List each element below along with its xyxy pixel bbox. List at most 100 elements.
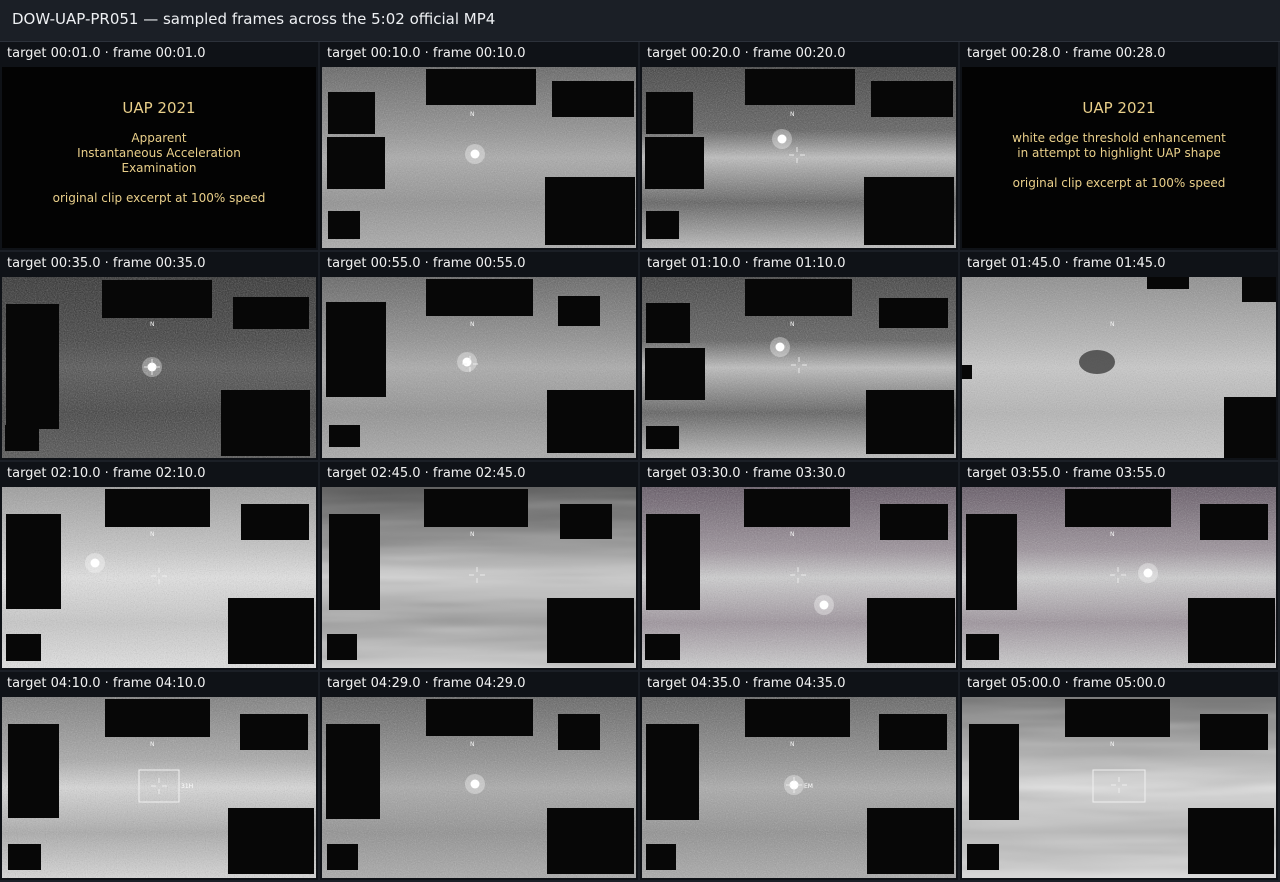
title-card-frame: UAP 2021 Apparent Instantaneous Accelerati…	[2, 67, 316, 248]
redaction-block	[326, 724, 380, 819]
north-marker: N	[470, 111, 475, 118]
frame-cell: target 04:10.0 · frame 04:10.0 N 31H	[0, 672, 318, 880]
redaction-block	[558, 714, 600, 750]
ir-frame-svg: N 31H	[2, 697, 316, 878]
redaction-block	[426, 279, 533, 316]
redaction-block	[744, 489, 850, 527]
redaction-block	[105, 489, 210, 527]
frame-cell: target 03:30.0 · frame 03:30.0 N	[640, 462, 958, 670]
north-marker: N	[790, 321, 795, 328]
ir-frame-image: N	[642, 277, 956, 458]
frame-caption: target 00:55.0 · frame 00:55.0	[320, 252, 638, 276]
redaction-block	[745, 69, 855, 105]
ir-frame-svg: N	[642, 67, 956, 248]
redaction-block	[560, 504, 612, 539]
redaction-block	[328, 211, 360, 239]
redaction-block	[547, 390, 634, 453]
redaction-block	[1200, 714, 1268, 750]
redaction-block	[646, 724, 699, 820]
frame-caption: target 04:35.0 · frame 04:35.0	[640, 672, 958, 696]
redaction-block	[745, 279, 852, 316]
frame-grid: target 00:01.0 · frame 00:01.0 UAP 2021 Ap…	[0, 42, 1280, 882]
north-marker: N	[1110, 531, 1115, 538]
north-marker: N	[470, 741, 475, 748]
ir-frame-image: N	[962, 277, 1276, 458]
title-card-line: white edge threshold enhancement	[1012, 131, 1226, 145]
frame-cell: target 00:55.0 · frame 00:55.0 N	[320, 252, 638, 460]
north-marker: N	[150, 321, 155, 328]
redaction-block	[646, 211, 679, 239]
redaction-block	[327, 844, 358, 870]
ir-frame-svg: N	[322, 697, 636, 878]
frame-cell: target 04:35.0 · frame 04:35.0 N EM	[640, 672, 958, 880]
redaction-block	[645, 137, 704, 189]
redaction-block	[6, 514, 61, 609]
redaction-block	[5, 425, 39, 451]
frame-caption: target 00:28.0 · frame 00:28.0	[960, 42, 1278, 66]
redaction-block	[426, 699, 533, 736]
redaction-block	[745, 699, 850, 737]
redaction-block	[1065, 699, 1170, 737]
ir-frame-svg: N	[2, 277, 316, 458]
redaction-block	[871, 81, 953, 117]
north-marker: N	[150, 741, 155, 748]
frame-caption: target 03:30.0 · frame 03:30.0	[640, 462, 958, 486]
redaction-block	[326, 302, 386, 397]
redaction-block	[547, 808, 634, 874]
ir-frame-image: N	[322, 277, 636, 458]
frame-cell: target 03:55.0 · frame 03:55.0 N	[960, 462, 1278, 670]
redaction-block	[221, 390, 310, 456]
ir-frame-svg: N	[642, 487, 956, 668]
north-marker: N	[470, 321, 475, 328]
frame-caption: target 05:00.0 · frame 05:00.0	[960, 672, 1278, 696]
redaction-block	[6, 304, 59, 429]
frame-caption: target 03:55.0 · frame 03:55.0	[960, 462, 1278, 486]
redaction-block	[646, 426, 679, 449]
title-card-line: original clip excerpt at 100% speed	[1012, 176, 1226, 190]
frame-cell: target 05:00.0 · frame 05:00.0 N	[960, 672, 1278, 880]
uap-hot-spot	[470, 149, 480, 159]
redaction-block	[967, 844, 999, 870]
ir-frame-svg: N	[322, 487, 636, 668]
title-card-line	[962, 161, 1276, 176]
frame-cell: target 02:10.0 · frame 02:10.0 N	[0, 462, 318, 670]
ir-frame-image: N EM	[642, 697, 956, 878]
title-card-line: in attempt to highlight UAP shape	[1017, 146, 1221, 160]
ir-frame-svg: N	[962, 487, 1276, 668]
frame-cell: target 01:45.0 · frame 01:45.0 N	[960, 252, 1278, 460]
ir-frame-image: N	[962, 487, 1276, 668]
redaction-block	[228, 598, 314, 664]
ir-frame-image: N	[322, 487, 636, 668]
title-card-frame: UAP 2021 white edge threshold enhancement…	[962, 67, 1276, 248]
north-marker: N	[790, 741, 795, 748]
redaction-block	[646, 92, 693, 134]
redaction-block	[1188, 808, 1274, 874]
title-card-text: UAP 2021 white edge threshold enhancement…	[962, 99, 1276, 191]
redaction-block	[646, 844, 676, 870]
frame-cell: target 00:20.0 · frame 00:20.0 N	[640, 42, 958, 250]
ir-frame-image: N	[322, 67, 636, 248]
uap-hot-spot	[775, 342, 785, 352]
redaction-block	[552, 81, 634, 117]
redaction-block	[879, 714, 947, 750]
frame-cell: target 00:01.0 · frame 00:01.0 UAP 2021 Ap…	[0, 42, 318, 250]
overlay-readout: 31H	[181, 783, 193, 790]
redaction-block	[1065, 489, 1171, 527]
redaction-block	[424, 489, 528, 527]
ir-frame-svg: N	[2, 487, 316, 668]
frame-caption: target 02:10.0 · frame 02:10.0	[0, 462, 318, 486]
redaction-block	[329, 514, 380, 610]
redaction-block	[8, 844, 41, 870]
north-marker: N	[1110, 321, 1115, 328]
uap-hot-spot	[819, 600, 829, 610]
frame-caption: target 01:10.0 · frame 01:10.0	[640, 252, 958, 276]
redaction-block	[102, 280, 212, 318]
north-marker: N	[150, 531, 155, 538]
redaction-block	[645, 348, 705, 400]
title-card-heading: UAP 2021	[1082, 99, 1156, 117]
redaction-block	[646, 303, 690, 343]
ir-frame-svg: N	[642, 277, 956, 458]
title-card-line: Instantaneous Acceleration	[77, 146, 241, 160]
uap-hot-spot	[470, 779, 480, 789]
ir-frame-image: N	[322, 697, 636, 878]
